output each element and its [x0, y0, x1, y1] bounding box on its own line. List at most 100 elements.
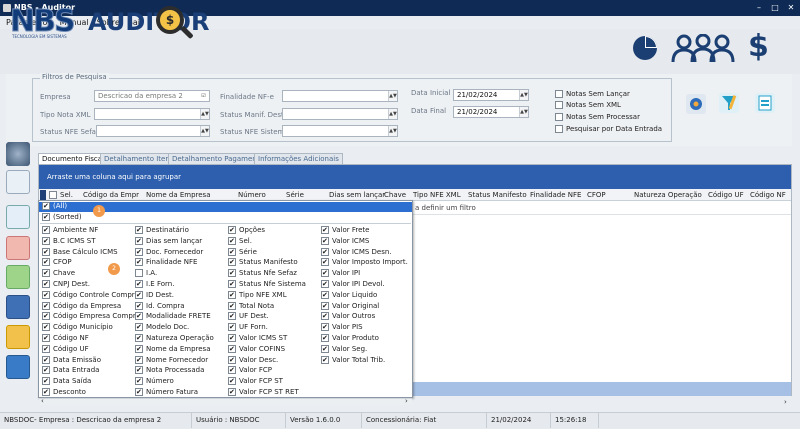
- close-button[interactable]: ✕: [783, 0, 799, 16]
- tab-informacoes-adicionais[interactable]: Informações Adicionais: [254, 153, 343, 164]
- column-option-checkbox[interactable]: [228, 236, 236, 247]
- column-option-checkbox[interactable]: [228, 257, 236, 268]
- folder-icon[interactable]: [6, 325, 30, 349]
- column-option-checkbox[interactable]: [42, 311, 50, 322]
- pesquisar-data-entrada-checkbox[interactable]: [555, 125, 563, 133]
- maximize-button[interactable]: □: [767, 0, 783, 16]
- spin-icon[interactable]: ▲▼: [519, 107, 528, 117]
- column-option-checkbox[interactable]: [321, 301, 329, 312]
- column-option-checkbox[interactable]: [42, 290, 50, 301]
- column-option-checkbox[interactable]: [228, 301, 236, 312]
- column-header[interactable]: Código UF: [708, 190, 744, 201]
- column-option-checkbox[interactable]: [228, 333, 236, 344]
- column-option-checkbox[interactable]: [42, 225, 50, 236]
- column-option-checkbox[interactable]: [42, 322, 50, 333]
- pdf-icon[interactable]: [6, 236, 30, 260]
- status-manif-select[interactable]: ▲▼: [282, 108, 398, 120]
- column-option-checkbox[interactable]: [135, 344, 143, 355]
- notas-sem-xml-checkbox[interactable]: [555, 101, 563, 109]
- column-option-checkbox[interactable]: [228, 311, 236, 322]
- scroll-right-icon[interactable]: ›: [405, 397, 408, 405]
- column-option-checkbox[interactable]: [42, 344, 50, 355]
- notas-sem-processar-checkbox[interactable]: [555, 113, 563, 121]
- dollar-icon[interactable]: $: [748, 30, 769, 64]
- column-option-checkbox[interactable]: [42, 279, 50, 290]
- column-option-checkbox[interactable]: [42, 257, 50, 268]
- horizontal-scrollbar[interactable]: ‹ ›: [39, 397, 412, 405]
- select-all-checkbox[interactable]: [49, 191, 57, 199]
- search-document-icon[interactable]: [6, 205, 30, 229]
- users-icon[interactable]: [670, 34, 736, 64]
- group-by-bar[interactable]: Arraste uma coluna aqui para agrupar: [39, 165, 791, 189]
- save-icon[interactable]: [6, 295, 30, 319]
- data-inicial-field[interactable]: 21/02/2024 ▲▼: [453, 89, 529, 101]
- column-option-checkbox[interactable]: [321, 225, 329, 236]
- column-option-checkbox[interactable]: [135, 279, 143, 290]
- column-option-checkbox[interactable]: [42, 355, 50, 366]
- settings-gear-icon[interactable]: [685, 93, 707, 115]
- column-option-checkbox[interactable]: [135, 387, 143, 398]
- column-option-checkbox[interactable]: [321, 236, 329, 247]
- grid-scroll-right-icon[interactable]: ›: [784, 398, 787, 406]
- column-option-checkbox[interactable]: [228, 365, 236, 376]
- column-option-checkbox[interactable]: [321, 247, 329, 258]
- column-option-checkbox[interactable]: [321, 322, 329, 333]
- pie-chart-icon[interactable]: [632, 35, 658, 61]
- column-option-checkbox[interactable]: [228, 279, 236, 290]
- column-header[interactable]: Tipo NFE XML: [413, 190, 461, 201]
- column-option-checkbox[interactable]: [42, 247, 50, 258]
- column-option-checkbox[interactable]: [135, 290, 143, 301]
- email-icon[interactable]: [6, 355, 30, 379]
- column-option-checkbox[interactable]: [321, 257, 329, 268]
- tab-detalhamento-itens[interactable]: Detalhamento Itens: [100, 153, 178, 164]
- finalidade-select[interactable]: ▲▼: [282, 90, 398, 102]
- empresa-field[interactable]: Descricao da empresa 2 ☑: [94, 90, 210, 102]
- column-option-checkbox[interactable]: [321, 279, 329, 290]
- status-nfe-sistema-select[interactable]: ▲▼: [282, 125, 398, 137]
- column-option-checkbox[interactable]: [135, 269, 143, 278]
- globe-icon[interactable]: [6, 142, 30, 166]
- notas-sem-lancar-checkbox[interactable]: [555, 90, 563, 98]
- column-header[interactable]: Código NF: [750, 190, 786, 201]
- spin-icon[interactable]: ▲▼: [519, 90, 528, 100]
- tab-detalhamento-pagamento[interactable]: Detalhamento Pagamento: [168, 153, 268, 164]
- column-option-checkbox[interactable]: [135, 355, 143, 366]
- column-option-checkbox[interactable]: [135, 225, 143, 236]
- column-option-checkbox[interactable]: [228, 322, 236, 333]
- column-option-checkbox[interactable]: [228, 247, 236, 258]
- column-option-checkbox[interactable]: [228, 290, 236, 301]
- column-option-checkbox[interactable]: [321, 290, 329, 301]
- empresa-lookup-icon[interactable]: ☑: [198, 91, 209, 101]
- column-option-checkbox[interactable]: [321, 268, 329, 279]
- column-header[interactable]: Natureza Operação: [634, 190, 702, 201]
- column-option-checkbox[interactable]: [135, 301, 143, 312]
- data-final-field[interactable]: 21/02/2024 ▲▼: [453, 106, 529, 118]
- column-option-checkbox[interactable]: [42, 301, 50, 312]
- column-option-checkbox[interactable]: [321, 355, 329, 366]
- filter-icon[interactable]: [718, 92, 740, 114]
- minimize-button[interactable]: –: [751, 0, 767, 16]
- column-option-checkbox[interactable]: [135, 376, 143, 387]
- column-header[interactable]: CFOP: [587, 190, 606, 201]
- tipo-nota-select[interactable]: ▲▼: [94, 108, 210, 120]
- column-option-checkbox[interactable]: [135, 365, 143, 376]
- column-option-checkbox[interactable]: [135, 236, 143, 247]
- column-option-checkbox[interactable]: [135, 257, 143, 268]
- column-option-checkbox[interactable]: [135, 247, 143, 258]
- column-option-checkbox[interactable]: [42, 268, 50, 279]
- column-option-checkbox[interactable]: [228, 344, 236, 355]
- column-header[interactable]: Finalidade NFE: [530, 190, 581, 201]
- column-option-checkbox[interactable]: [42, 387, 50, 398]
- tools-icon[interactable]: [6, 170, 30, 194]
- sorted-checkbox[interactable]: [42, 212, 50, 223]
- column-option-checkbox[interactable]: [228, 268, 236, 279]
- column-header[interactable]: Status Manifesto: [468, 190, 527, 201]
- column-option-checkbox[interactable]: [42, 365, 50, 376]
- column-option-checkbox[interactable]: [228, 225, 236, 236]
- column-option-checkbox[interactable]: [42, 333, 50, 344]
- status-nfe-select[interactable]: ▲▼: [96, 125, 210, 137]
- column-option-checkbox[interactable]: [321, 333, 329, 344]
- scroll-left-icon[interactable]: ‹: [41, 397, 44, 405]
- column-option-checkbox[interactable]: [228, 376, 236, 387]
- column-option-checkbox[interactable]: [42, 236, 50, 247]
